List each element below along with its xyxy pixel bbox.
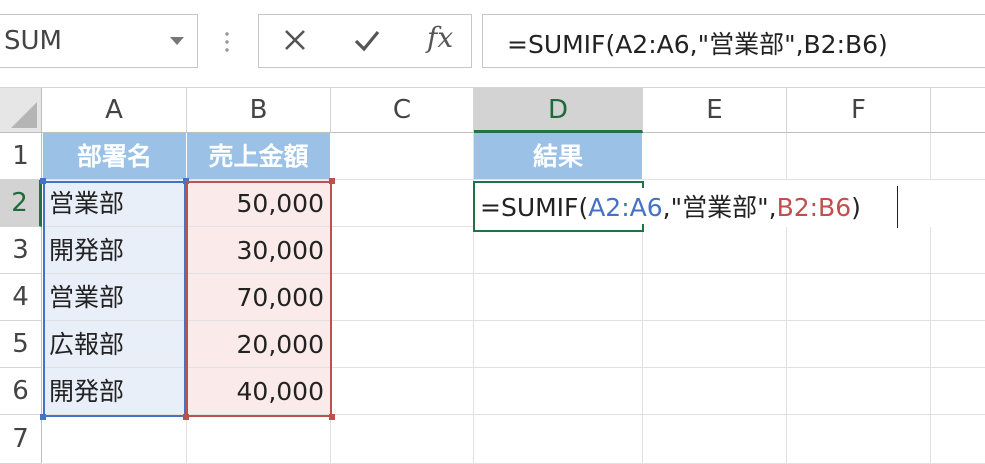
range-handle[interactable]: [183, 414, 189, 420]
grid-cell[interactable]: [331, 180, 474, 227]
drag-grip-icon[interactable]: [225, 30, 229, 54]
select-all-corner[interactable]: [0, 88, 42, 133]
row-header-2[interactable]: 2: [0, 180, 42, 227]
grid-cell[interactable]: [43, 415, 187, 464]
cell-edit-formula[interactable]: =SUMIF(A2:A6,"営業部",B2:B6): [480, 188, 861, 224]
row-header-5[interactable]: 5: [0, 321, 42, 368]
formula-buttons: fx: [258, 14, 472, 68]
table-cell-b3[interactable]: 30,000: [187, 227, 331, 274]
grid-cell[interactable]: [331, 321, 474, 368]
grid-cell[interactable]: [331, 274, 474, 321]
row-header-6[interactable]: 6: [0, 368, 42, 415]
formula-bar: SUM fx =SUMIF(A2:A6,"営業部",B2:B6): [0, 0, 985, 88]
range-handle[interactable]: [329, 414, 335, 420]
table-cell-a4[interactable]: 営業部: [43, 274, 187, 321]
range-handle[interactable]: [183, 178, 189, 184]
grid-cell[interactable]: [474, 415, 643, 464]
formula-range-a: A2:A6: [588, 193, 663, 222]
table-cell-a2[interactable]: 営業部: [43, 180, 187, 227]
grid-cell[interactable]: [931, 415, 985, 464]
check-icon[interactable]: [347, 23, 387, 59]
table-cell-b5[interactable]: 20,000: [187, 321, 331, 368]
table-cell-a5[interactable]: 広報部: [43, 321, 187, 368]
row-header-3[interactable]: 3: [0, 227, 42, 274]
table-header-department[interactable]: 部署名: [43, 133, 187, 180]
grid-cell[interactable]: [931, 274, 985, 321]
grid-cell[interactable]: [787, 227, 931, 274]
table-header-sales[interactable]: 売上金額: [187, 133, 331, 180]
name-box-value: SUM: [4, 26, 62, 56]
grid-cell[interactable]: [643, 415, 787, 464]
x-icon[interactable]: [275, 23, 315, 59]
grid-cell[interactable]: [331, 415, 474, 464]
grid-cell[interactable]: [643, 368, 787, 415]
formula-criteria: ,"営業部",: [662, 193, 777, 222]
row-header-7[interactable]: 7: [0, 415, 42, 464]
grid-cell[interactable]: [787, 274, 931, 321]
column-header-b[interactable]: B: [187, 88, 331, 133]
grid-cell[interactable]: [643, 274, 787, 321]
grid-cell[interactable]: [474, 274, 643, 321]
grid-cell[interactable]: [931, 321, 985, 368]
row-header-1[interactable]: 1: [0, 133, 42, 180]
name-box[interactable]: SUM: [0, 14, 198, 68]
formula-text: =SUMIF(A2:A6,"営業部",B2:B6): [507, 30, 888, 59]
column-header-g[interactable]: [931, 88, 985, 133]
grid-cell[interactable]: [474, 321, 643, 368]
grid-cell[interactable]: [787, 368, 931, 415]
range-handle[interactable]: [40, 414, 46, 420]
text-caret: [897, 186, 898, 228]
column-header-f[interactable]: F: [787, 88, 931, 133]
grid-cell[interactable]: [787, 415, 931, 464]
grid-cell[interactable]: [474, 227, 643, 274]
range-handle[interactable]: [40, 178, 46, 184]
grid-cell[interactable]: [331, 133, 474, 180]
grid-cell[interactable]: [931, 227, 985, 274]
grid-cell[interactable]: [187, 415, 331, 464]
grid-cell[interactable]: [931, 133, 985, 180]
formula-prefix: =SUMIF(: [480, 193, 589, 222]
grid-cell[interactable]: [643, 321, 787, 368]
column-header-a[interactable]: A: [42, 88, 187, 133]
range-handle[interactable]: [329, 178, 335, 184]
grid-cell[interactable]: [931, 368, 985, 415]
formula-range-b: B2:B6: [776, 193, 852, 222]
table-cell-b6[interactable]: 40,000: [187, 368, 331, 415]
grid-cell[interactable]: [643, 133, 787, 180]
formula-input[interactable]: =SUMIF(A2:A6,"営業部",B2:B6): [482, 14, 985, 68]
grid-cell[interactable]: [331, 368, 474, 415]
grid-cell[interactable]: [331, 227, 474, 274]
table-cell-b4[interactable]: 70,000: [187, 274, 331, 321]
table-cell-a6[interactable]: 開発部: [43, 368, 187, 415]
row-header-4[interactable]: 4: [0, 274, 42, 321]
column-header-c[interactable]: C: [331, 88, 474, 133]
result-header[interactable]: 結果: [474, 133, 643, 180]
formula-suffix: ): [851, 193, 861, 222]
chevron-down-icon[interactable]: [170, 37, 184, 45]
table-cell-b2[interactable]: 50,000: [187, 180, 331, 227]
column-header-e[interactable]: E: [643, 88, 787, 133]
grid-cell[interactable]: [474, 368, 643, 415]
column-header-d[interactable]: D: [474, 88, 643, 133]
fx-icon[interactable]: fx: [427, 21, 453, 54]
grid-cell[interactable]: [787, 321, 931, 368]
grid-cell[interactable]: [787, 133, 931, 180]
table-cell-a3[interactable]: 開発部: [43, 227, 187, 274]
grid-cell[interactable]: [643, 227, 787, 274]
